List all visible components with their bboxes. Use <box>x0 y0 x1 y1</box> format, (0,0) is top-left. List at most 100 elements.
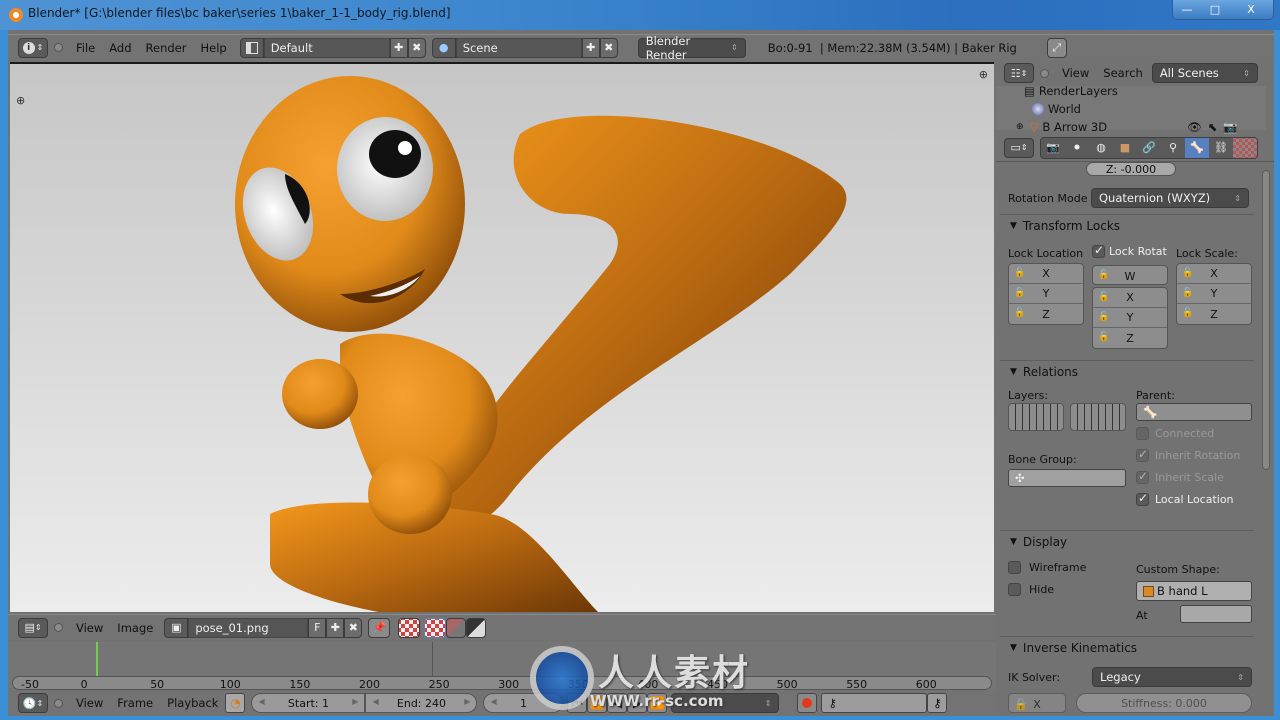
connected-checkbox[interactable]: Connected <box>1136 427 1214 440</box>
tab-constraints[interactable]: 🔗 <box>1137 137 1161 158</box>
ik-stiffness-slider[interactable]: Stiffness: 0.000 <box>1076 693 1252 713</box>
lock-location-y-toggle[interactable]: 🔓 Y <box>1009 284 1083 304</box>
menu-view[interactable]: View <box>76 621 103 635</box>
hide-checkbox[interactable]: Hide <box>1008 583 1054 596</box>
lock-scale-z-toggle[interactable]: 🔓 Z <box>1177 304 1251 324</box>
editor-type-info-button[interactable]: i ⇕ <box>18 37 48 58</box>
jump-start-icon[interactable]: ⏮ <box>567 693 588 713</box>
outliner-item[interactable]: World <box>1032 102 1081 116</box>
bone-layers-grid-2[interactable] <box>1070 403 1126 431</box>
browse-image-icon[interactable]: ▣ <box>164 617 189 638</box>
sync-mode-dropdown[interactable]: ⇕ <box>671 693 780 713</box>
local-location-checkbox[interactable]: Local Location <box>1136 491 1234 506</box>
screen-layout-icon[interactable] <box>239 37 264 58</box>
menu-search[interactable]: Search <box>1103 66 1143 80</box>
collapse-menu-icon[interactable] <box>1040 68 1049 78</box>
display-header[interactable]: ▼ Display <box>1000 531 1254 553</box>
play-reverse-icon[interactable]: ◀ <box>607 693 628 713</box>
scene-icon[interactable]: ● <box>431 37 456 58</box>
lock-rotation-checkbox[interactable]: Lock Rotat <box>1092 243 1167 258</box>
z-rotation-field[interactable]: Z: -0.000 <box>1086 162 1176 176</box>
tab-world[interactable]: ■ <box>1113 137 1137 158</box>
minimize-button[interactable]: — <box>1173 0 1201 19</box>
render-view[interactable]: ⊕ ⊕ <box>10 62 994 612</box>
fake-user-button[interactable]: F <box>308 617 327 638</box>
lock-location-x-toggle[interactable]: 🔓 X <box>1009 264 1083 284</box>
outliner-display-mode-dropdown[interactable]: All Scenes ⇕ <box>1151 63 1258 83</box>
new-image-button[interactable]: ✚ <box>326 617 345 638</box>
custom-shape-field[interactable]: B hand L <box>1136 581 1252 601</box>
menu-help[interactable]: Help <box>200 41 226 55</box>
screen-layout-field[interactable]: Default <box>263 37 390 58</box>
delete-layout-button[interactable]: ✖ <box>407 37 426 58</box>
menu-frame[interactable]: Frame <box>117 696 153 710</box>
relations-header[interactable]: ▼ Relations <box>1000 361 1254 383</box>
parent-field[interactable]: 🦴 <box>1136 403 1252 421</box>
bone-layers-grid-1[interactable] <box>1008 403 1064 431</box>
timeline-area[interactable]: -50 0 50 100 150 200 250 300 350 400 450 500 550 600 <box>8 642 996 691</box>
tab-object-data[interactable]: ⚲ <box>1161 137 1185 158</box>
auto-keying-record-icon[interactable] <box>797 693 818 713</box>
rotation-mode-dropdown[interactable]: Quaternion (WXYZ) ⇕ <box>1091 188 1249 208</box>
scene-field[interactable]: Scene <box>455 37 582 58</box>
lock-rotation-x-toggle[interactable]: 🔓 X <box>1093 288 1167 308</box>
collapse-menu-icon[interactable] <box>54 43 63 52</box>
render-camera-icon[interactable]: 📷 <box>1223 120 1237 134</box>
menu-view[interactable]: View <box>76 696 103 710</box>
insert-keyframe-icon[interactable]: ⚷ <box>927 693 948 713</box>
editor-type-timeline-button[interactable]: 🕓 ⇕ <box>18 693 48 713</box>
tab-render[interactable]: 📷 <box>1041 137 1065 158</box>
menu-playback[interactable]: Playback <box>167 696 218 710</box>
frame-ruler[interactable]: -50 0 50 100 150 200 250 300 350 400 450 500 550 600 <box>12 676 992 691</box>
pin-icon[interactable]: 📌 <box>368 617 391 638</box>
keying-set-field[interactable]: ⚷ <box>821 693 928 713</box>
editor-type-properties-button[interactable]: ▭ ⇕ <box>1004 137 1034 158</box>
delete-scene-button[interactable]: ✖ <box>599 37 618 58</box>
collapse-menu-icon[interactable] <box>54 698 63 708</box>
outliner-item[interactable]: ▤ RenderLayers <box>1024 84 1118 98</box>
next-keyframe-icon[interactable]: ⏩ <box>647 693 668 713</box>
lock-location-z-toggle[interactable]: 🔓 Z <box>1009 304 1083 324</box>
menu-image[interactable]: Image <box>117 621 153 635</box>
lock-scale-x-toggle[interactable]: 🔓 X <box>1177 264 1251 284</box>
add-scene-button[interactable]: ✚ <box>581 37 600 58</box>
maximize-button[interactable]: □ <box>1201 0 1229 19</box>
transform-locks-header[interactable]: ▼ Transform Locks <box>1000 215 1254 237</box>
inverse-kinematics-header[interactable]: ▼ Inverse Kinematics <box>1000 637 1254 659</box>
collapse-menu-icon[interactable] <box>54 623 63 632</box>
end-frame-field[interactable]: ◀ End: 240 ▶ <box>365 693 478 713</box>
lock-rotation-y-toggle[interactable]: 🔓 Y <box>1093 308 1167 328</box>
alpha-icon[interactable] <box>446 617 467 638</box>
visibility-eye-icon[interactable]: 👁 <box>1187 120 1202 134</box>
inherit-scale-checkbox[interactable]: Inherit Scale <box>1136 469 1224 484</box>
prev-keyframe-icon[interactable]: ⏪ <box>587 693 608 713</box>
bone-group-field[interactable]: ✣ <box>1008 469 1126 487</box>
editor-type-outliner-button[interactable]: ☷ ⇕ <box>1004 63 1034 83</box>
color-alpha-icon[interactable] <box>424 617 447 638</box>
tab-scene[interactable]: ◍ <box>1089 137 1113 158</box>
editor-type-image-button[interactable]: ▤ ⇕ <box>18 617 48 638</box>
checkbox[interactable] <box>1092 243 1105 258</box>
preview-range-icon[interactable]: ◔ <box>225 693 246 713</box>
tab-bone-constraints[interactable]: ⛓ <box>1209 137 1233 158</box>
lock-scale-y-toggle[interactable]: 🔓 Y <box>1177 284 1251 304</box>
ik-lock-x-toggle[interactable]: 🔓 X <box>1008 693 1066 713</box>
z-buffer-icon[interactable] <box>466 617 487 638</box>
custom-shape-at-field[interactable] <box>1180 605 1252 623</box>
add-layout-button[interactable]: ✚ <box>389 37 408 58</box>
menu-file[interactable]: File <box>76 41 95 55</box>
draw-alpha-icon[interactable] <box>398 617 421 638</box>
outliner-item[interactable]: ⊕ ▽ B Arrow 3D 👁 ⬉ 📷 <box>1016 120 1238 134</box>
menu-view[interactable]: View <box>1062 66 1089 80</box>
lock-rotation-z-toggle[interactable]: 🔓 Z <box>1093 328 1167 348</box>
play-icon[interactable]: ▶ <box>627 693 648 713</box>
ik-solver-dropdown[interactable]: Legacy ⇕ <box>1092 667 1252 687</box>
wireframe-checkbox[interactable]: Wireframe <box>1008 561 1086 574</box>
image-name-field[interactable]: pose_01.png <box>188 617 309 638</box>
render-engine-dropdown[interactable]: Blender Render ⇕ <box>637 34 746 62</box>
selectable-cursor-icon[interactable]: ⬉ <box>1208 120 1218 134</box>
menu-add[interactable]: Add <box>109 41 131 55</box>
current-frame-field[interactable]: ◀ 1 <box>483 693 564 713</box>
inherit-rotation-checkbox[interactable]: Inherit Rotation <box>1136 447 1240 462</box>
tab-bone[interactable]: 🦴 <box>1185 137 1209 158</box>
